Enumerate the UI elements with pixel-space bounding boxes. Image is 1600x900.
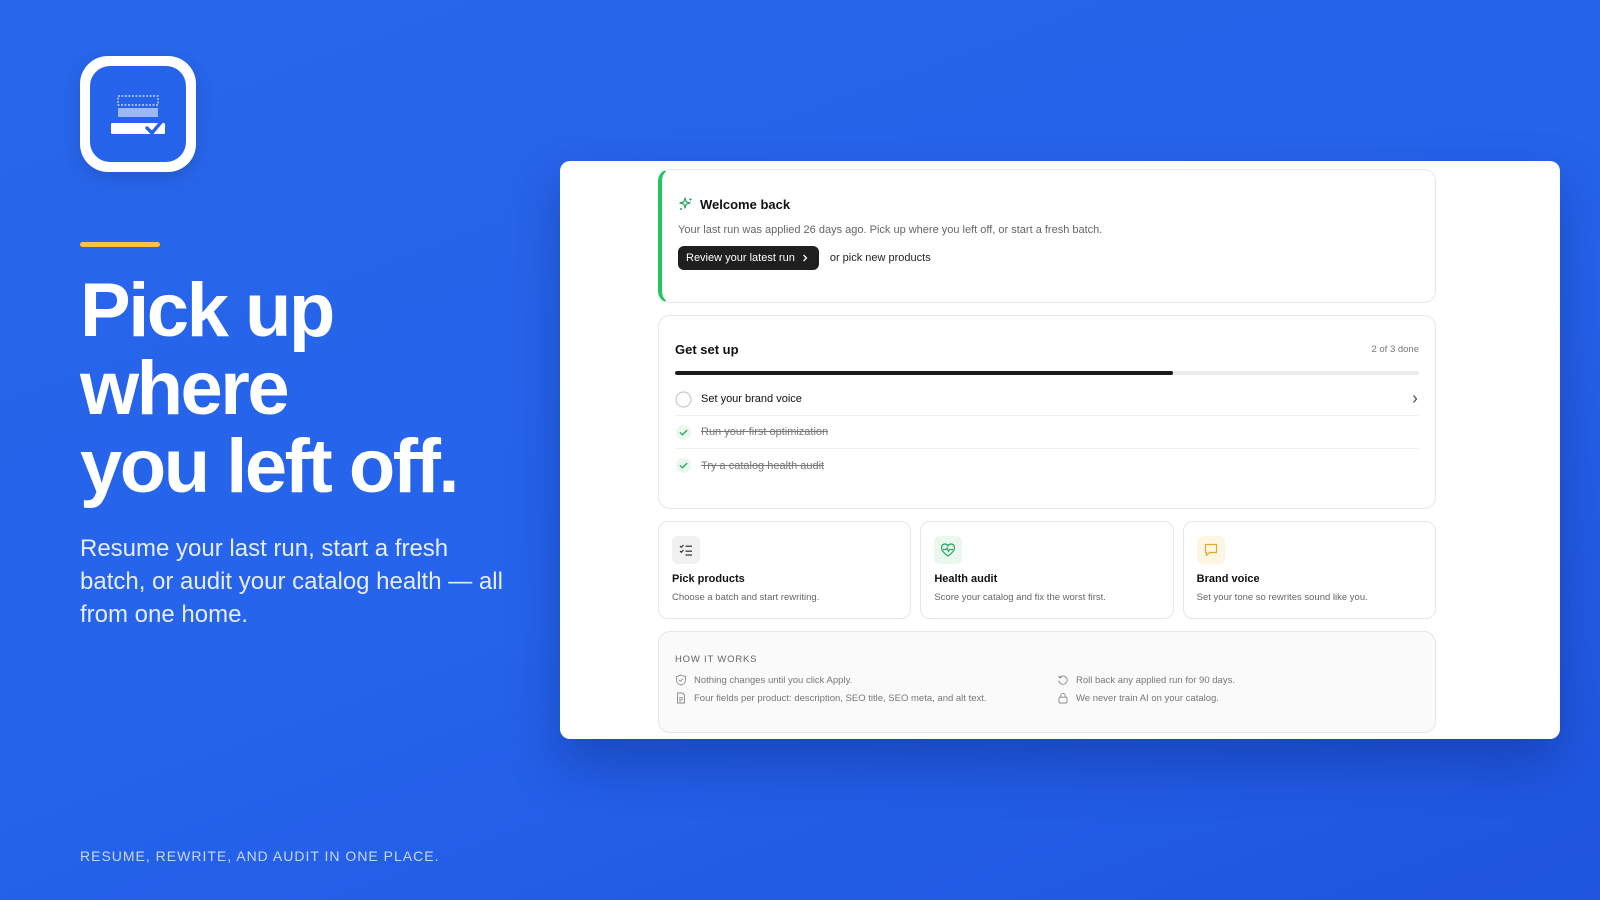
check-icon: [675, 424, 692, 441]
tile-title: Brand voice: [1196, 573, 1260, 585]
setup-task-brand-voice[interactable]: Set your brand voice: [675, 383, 1419, 416]
setup-task-health-audit[interactable]: Try a catalog health audit: [675, 449, 1419, 482]
brand-voice-tile[interactable]: Brand voice Set your tone so rewrites so…: [1182, 521, 1436, 619]
how-item: Four fields per product: description, SE…: [675, 692, 1057, 704]
setup-title: Get set up: [675, 342, 739, 357]
setup-task-first-optimization[interactable]: Run your first optimization: [675, 416, 1419, 449]
action-tiles: Pick products Choose a batch and start r…: [658, 521, 1436, 619]
tile-title: Pick products: [672, 573, 745, 585]
how-item-text: Four fields per product: description, SE…: [694, 692, 987, 704]
accent-bar: [80, 242, 160, 247]
shield-check-icon: [676, 674, 686, 686]
welcome-card: Welcome back Your last run was applied 2…: [658, 169, 1436, 303]
task-label: Run your first optimization: [701, 426, 829, 438]
checklist-icon: [672, 536, 700, 564]
how-item-text: Nothing changes until you click Apply.: [694, 674, 853, 686]
document-check-icon: [111, 95, 165, 135]
setup-progress-fill: [675, 371, 1174, 375]
app-screenshot: Welcome back Your last run was applied 2…: [560, 161, 1560, 739]
how-it-works-title: HOW IT WORKS: [675, 654, 758, 665]
welcome-title: Welcome back: [700, 196, 791, 212]
how-it-works: HOW IT WORKS Nothing changes until you c…: [658, 631, 1436, 733]
task-label: Set your brand voice: [701, 393, 802, 405]
tile-description: Choose a batch and start rewriting.: [672, 592, 820, 603]
pick-new-products-link[interactable]: or pick new products: [830, 252, 931, 264]
headline: Pick up where you left off.: [80, 272, 520, 506]
tile-description: Set your tone so rewrites sound like you…: [1196, 592, 1368, 603]
pick-products-tile[interactable]: Pick products Choose a batch and start r…: [658, 521, 912, 619]
how-item-text: We never train AI on your catalog.: [1076, 692, 1219, 704]
subhead: Resume your last run, start a fresh batc…: [80, 535, 503, 628]
task-label: Try a catalog health audit: [701, 459, 825, 472]
how-item: We never train AI on your catalog.: [1057, 692, 1419, 704]
setup-progress-bar: [675, 371, 1419, 375]
empty-circle-icon: [675, 391, 692, 408]
headline-line: Pick up: [80, 268, 335, 353]
review-latest-run-button[interactable]: Review your latest run: [678, 246, 819, 270]
how-item: Nothing changes until you click Apply.: [675, 674, 1057, 686]
app-logo: [80, 56, 196, 172]
document-icon: [677, 692, 685, 704]
tile-description: Score your catalog and fix the worst fir…: [934, 592, 1106, 603]
sparkle-icon: [679, 197, 693, 210]
setup-progress-count: 2 of 3 done: [1371, 344, 1419, 355]
chevron-right-icon: [802, 254, 808, 262]
heart-pulse-icon: [934, 536, 963, 564]
lock-icon: [1058, 692, 1068, 704]
review-latest-run-label: Review your latest run: [686, 252, 795, 264]
how-item: Roll back any applied run for 90 days.: [1057, 674, 1419, 686]
how-item-text: Roll back any applied run for 90 days.: [1076, 674, 1235, 686]
welcome-message: Your last run was applied 26 days ago. P…: [678, 224, 1103, 236]
health-audit-tile[interactable]: Health audit Score your catalog and fix …: [920, 521, 1174, 619]
footer-tagline: RESUME, REWRITE, AND AUDIT IN ONE PLACE.: [80, 848, 440, 864]
headline-line: where: [80, 346, 290, 431]
setup-card: Get set up 2 of 3 done Set your brand vo…: [658, 315, 1436, 509]
headline-line: you left off.: [80, 424, 460, 509]
chevron-right-icon: [1413, 395, 1418, 403]
tile-title: Health audit: [934, 573, 998, 585]
undo-icon: [1058, 675, 1068, 685]
check-icon: [675, 457, 692, 474]
chat-bubble-icon: [1196, 536, 1225, 564]
